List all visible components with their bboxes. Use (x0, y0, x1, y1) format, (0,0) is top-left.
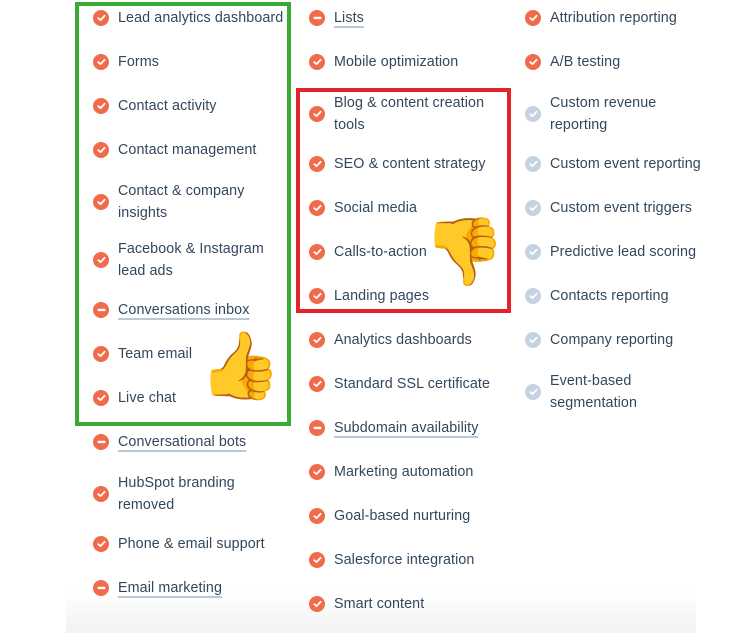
feature-item: Company reporting (525, 329, 725, 351)
feature-label: Goal-based nurturing (334, 508, 471, 524)
feature-label: A/B testing (550, 54, 621, 70)
feature-item[interactable]: Conversational bots (93, 431, 293, 453)
feature-item: Salesforce integration (309, 549, 509, 571)
minus-circle-icon (93, 580, 109, 596)
feature-label: Marketing automation (334, 464, 474, 480)
check-circle-icon (525, 10, 541, 26)
feature-label: Predictive lead scoring (550, 244, 697, 260)
feature-label: Standard SSL certificate (334, 376, 491, 392)
feature-label: Contacts reporting (550, 288, 669, 304)
feature-item: Event-based segmentation (525, 370, 725, 414)
feature-link[interactable]: Conversational bots (118, 431, 246, 453)
thumbs-down-icon: 👎 (423, 214, 506, 288)
check-circle-muted-icon (525, 384, 541, 400)
feature-item: Phone & email support (93, 533, 293, 555)
feature-label: Event-based segmentation (550, 373, 638, 411)
feature-item: Mobile optimization (309, 51, 509, 73)
feature-item: A/B testing (525, 51, 725, 73)
feature-item: Custom event reporting (525, 153, 725, 175)
feature-label: Salesforce integration (334, 552, 475, 568)
feature-item: Smart content (309, 593, 509, 615)
thumbs-up-icon: 👍 (199, 328, 282, 402)
feature-item: HubSpot branding removed (93, 472, 293, 516)
minus-circle-icon (93, 434, 109, 450)
check-circle-muted-icon (525, 288, 541, 304)
feature-label: Custom event reporting (550, 156, 701, 172)
feature-item: Custom revenue reporting (525, 92, 725, 136)
feature-item: Custom event triggers (525, 197, 725, 219)
feature-label: Analytics dashboards (334, 332, 472, 348)
check-circle-icon (309, 596, 325, 612)
feature-label: Smart content (334, 596, 425, 612)
feature-link[interactable]: Email marketing (118, 577, 222, 599)
feature-label: Mobile optimization (334, 54, 459, 70)
feature-item: Goal-based nurturing (309, 505, 509, 527)
feature-item[interactable]: Subdomain availability (309, 417, 509, 439)
feature-label: Company reporting (550, 332, 674, 348)
feature-item[interactable]: Lists (309, 7, 509, 29)
check-circle-icon (93, 536, 109, 552)
check-circle-icon (309, 54, 325, 70)
minus-circle-icon (309, 420, 325, 436)
check-circle-icon (525, 54, 541, 70)
check-circle-muted-icon (525, 332, 541, 348)
minus-circle-icon (309, 10, 325, 26)
check-circle-icon (309, 376, 325, 392)
feature-label: Attribution reporting (550, 10, 677, 26)
check-circle-muted-icon (525, 156, 541, 172)
feature-label: HubSpot branding removed (118, 475, 235, 513)
check-circle-muted-icon (525, 244, 541, 260)
check-circle-muted-icon (525, 200, 541, 216)
check-circle-icon (309, 464, 325, 480)
check-circle-icon (309, 552, 325, 568)
feature-link[interactable]: Subdomain availability (334, 417, 478, 439)
feature-item: Standard SSL certificate (309, 373, 509, 395)
check-circle-icon (309, 332, 325, 348)
feature-item: Contacts reporting (525, 285, 725, 307)
feature-item: Predictive lead scoring (525, 241, 725, 263)
check-circle-icon (93, 486, 109, 502)
feature-label: Custom event triggers (550, 200, 692, 216)
feature-label: Phone & email support (118, 536, 265, 552)
check-circle-icon (309, 508, 325, 524)
check-circle-muted-icon (525, 106, 541, 122)
feature-item: Attribution reporting (525, 7, 725, 29)
feature-item[interactable]: Email marketing (93, 577, 293, 599)
feature-label: Custom revenue reporting (550, 95, 657, 133)
feature-link[interactable]: Lists (334, 7, 364, 29)
feature-item: Analytics dashboards (309, 329, 509, 351)
feature-item: Marketing automation (309, 461, 509, 483)
